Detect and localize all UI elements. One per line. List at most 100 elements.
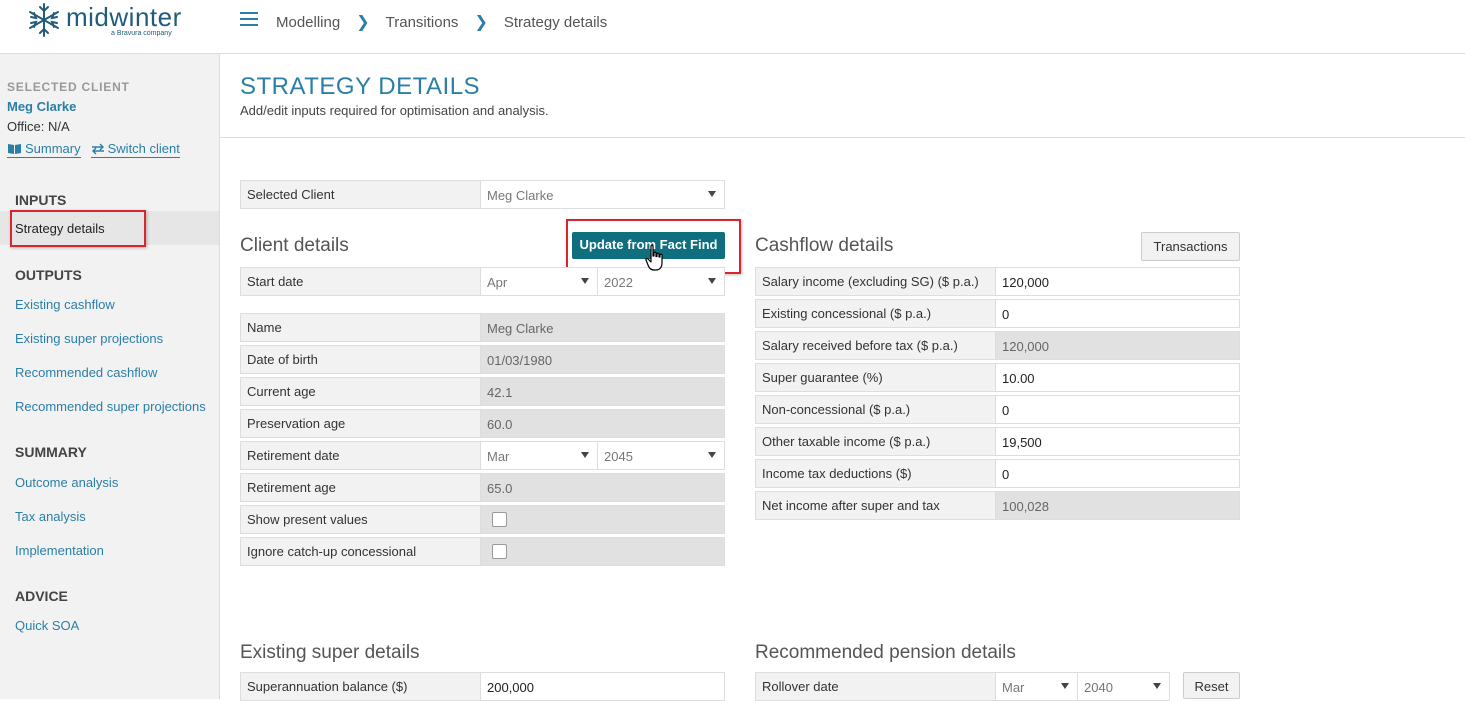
show-present-values-checkbox[interactable] [492,512,507,527]
sidebar-item-recommended-super-projections[interactable]: Recommended super projections [15,399,206,414]
client-office: Office: N/A [7,119,70,134]
dropdown-arrow-icon [1153,683,1161,689]
start-date-label: Start date [241,268,481,295]
rollover-year-value: 2040 [1084,680,1113,695]
retirement-month-value: Mar [487,449,510,464]
name-row: Name Meg Clarke [240,313,725,342]
retirement-year-select[interactable]: 2045 [598,442,724,469]
net-income-value: 100,028 [996,492,1239,519]
chevron-right-icon: ❯ [474,14,488,31]
switch-client-link[interactable]: Switch client [90,141,180,158]
sidebar-item-quick-soa[interactable]: Quick SOA [15,618,79,633]
other-taxable-income-label: Other taxable income ($ p.a.) [756,428,996,455]
ignore-catchup-label: Ignore catch-up concessional [241,538,481,565]
page-subtitle: Add/edit inputs required for optimisatio… [240,103,549,118]
retirement-year-value: 2045 [604,449,633,464]
dropdown-arrow-icon [581,278,589,284]
nav-heading-summary: SUMMARY [15,444,87,460]
net-income-row: Net income after super and tax 100,028 [755,491,1240,520]
nav-heading-inputs: INPUTS [15,192,67,208]
preservation-age-value: 60.0 [481,410,724,437]
dropdown-arrow-icon [708,452,716,458]
sidebar-item-existing-cashflow[interactable]: Existing cashflow [15,297,115,312]
selected-client-row: Selected Client Meg Clarke [240,180,725,209]
show-present-values-cell [481,506,724,533]
selected-client-select[interactable]: Meg Clarke [481,181,724,208]
other-taxable-income-input[interactable]: 19,500 [996,428,1239,455]
sidebar-item-tax-analysis[interactable]: Tax analysis [15,509,86,524]
salary-before-tax-value: 120,000 [996,332,1239,359]
summary-link-label: Summary [25,141,81,156]
show-present-values-label: Show present values [241,506,481,533]
rollover-date-row: Rollover date Mar 2040 [755,672,1170,701]
salary-income-row: Salary income (excluding SG) ($ p.a.) 120… [755,267,1240,296]
client-details-title: Client details [240,235,349,256]
current-age-row: Current age 42.1 [240,377,725,406]
dropdown-arrow-icon [708,191,716,197]
start-month-select[interactable]: Apr [481,268,598,295]
dropdown-arrow-icon [581,452,589,458]
breadcrumb-modelling[interactable]: Modelling [276,14,340,31]
name-value: Meg Clarke [481,314,724,341]
salary-before-tax-row: Salary received before tax ($ p.a.) 120,0… [755,331,1240,360]
top-bar: Modelling ❯ Transitions ❯ Strategy detai… [220,0,1465,54]
summary-link[interactable]: Summary [7,141,81,158]
retirement-age-value: 65.0 [481,474,724,501]
sidebar-item-outcome-analysis[interactable]: Outcome analysis [15,475,118,490]
retirement-month-select[interactable]: Mar [481,442,598,469]
rollover-month-select[interactable]: Mar [996,673,1078,700]
dob-value: 01/03/1980 [481,346,724,373]
other-taxable-income-row: Other taxable income ($ p.a.) 19,500 [755,427,1240,456]
dropdown-arrow-icon [1061,683,1069,689]
start-year-value: 2022 [604,275,633,290]
dob-row: Date of birth 01/03/1980 [240,345,725,374]
sidebar-item-recommended-cashflow[interactable]: Recommended cashflow [15,365,157,380]
reset-button[interactable]: Reset [1183,672,1240,699]
salary-income-input[interactable]: 120,000 [996,268,1239,295]
super-balance-input[interactable]: 200,000 [481,673,724,700]
name-label: Name [241,314,481,341]
rollover-year-select[interactable]: 2040 [1078,673,1169,700]
existing-concessional-input[interactable]: 0 [996,300,1239,327]
nav-heading-advice: ADVICE [15,588,68,604]
income-tax-deductions-input[interactable]: 0 [996,460,1239,487]
non-concessional-label: Non-concessional ($ p.a.) [756,396,996,423]
transactions-button[interactable]: Transactions [1141,232,1240,261]
ignore-catchup-checkbox[interactable] [492,544,507,559]
current-age-label: Current age [241,378,481,405]
sidebar-item-existing-super-projections[interactable]: Existing super projections [15,331,163,346]
book-icon [8,143,21,154]
breadcrumb: Modelling ❯ Transitions ❯ Strategy detai… [276,12,607,32]
selected-client-heading: SELECTED CLIENT [7,80,130,94]
dob-label: Date of birth [241,346,481,373]
highlight-box [10,210,146,247]
income-tax-deductions-label: Income tax deductions ($) [756,460,996,487]
recommended-pension-title: Recommended pension details [755,642,1016,663]
sidebar: midwinter a Bravura company SELECTED CLI… [0,0,220,699]
selected-client-name: Meg Clarke [7,99,77,114]
start-month-value: Apr [487,275,508,290]
sidebar-item-implementation[interactable]: Implementation [15,543,104,558]
menu-icon[interactable] [240,12,258,28]
start-year-select[interactable]: 2022 [598,268,724,295]
switch-client-label: Switch client [107,141,180,156]
retirement-age-row: Retirement age 65.0 [240,473,725,502]
ignore-catchup-row: Ignore catch-up concessional [240,537,725,566]
rollover-date-label: Rollover date [756,673,996,700]
selected-client-value: Meg Clarke [487,188,554,203]
logo[interactable]: midwinter a Bravura company [0,0,220,54]
breadcrumb-transitions[interactable]: Transitions [386,14,459,31]
salary-before-tax-label: Salary received before tax ($ p.a.) [756,332,996,359]
divider [220,137,1465,138]
super-guarantee-input[interactable]: 10.00 [996,364,1239,391]
rollover-month-value: Mar [1002,680,1025,695]
super-guarantee-label: Super guarantee (%) [756,364,996,391]
preservation-age-row: Preservation age 60.0 [240,409,725,438]
preservation-age-label: Preservation age [241,410,481,437]
chevron-right-icon: ❯ [356,14,370,31]
existing-concessional-row: Existing concessional ($ p.a.) 0 [755,299,1240,328]
dropdown-arrow-icon [708,278,716,284]
non-concessional-row: Non-concessional ($ p.a.) 0 [755,395,1240,424]
non-concessional-input[interactable]: 0 [996,396,1239,423]
retirement-date-row: Retirement date Mar 2045 [240,441,725,470]
